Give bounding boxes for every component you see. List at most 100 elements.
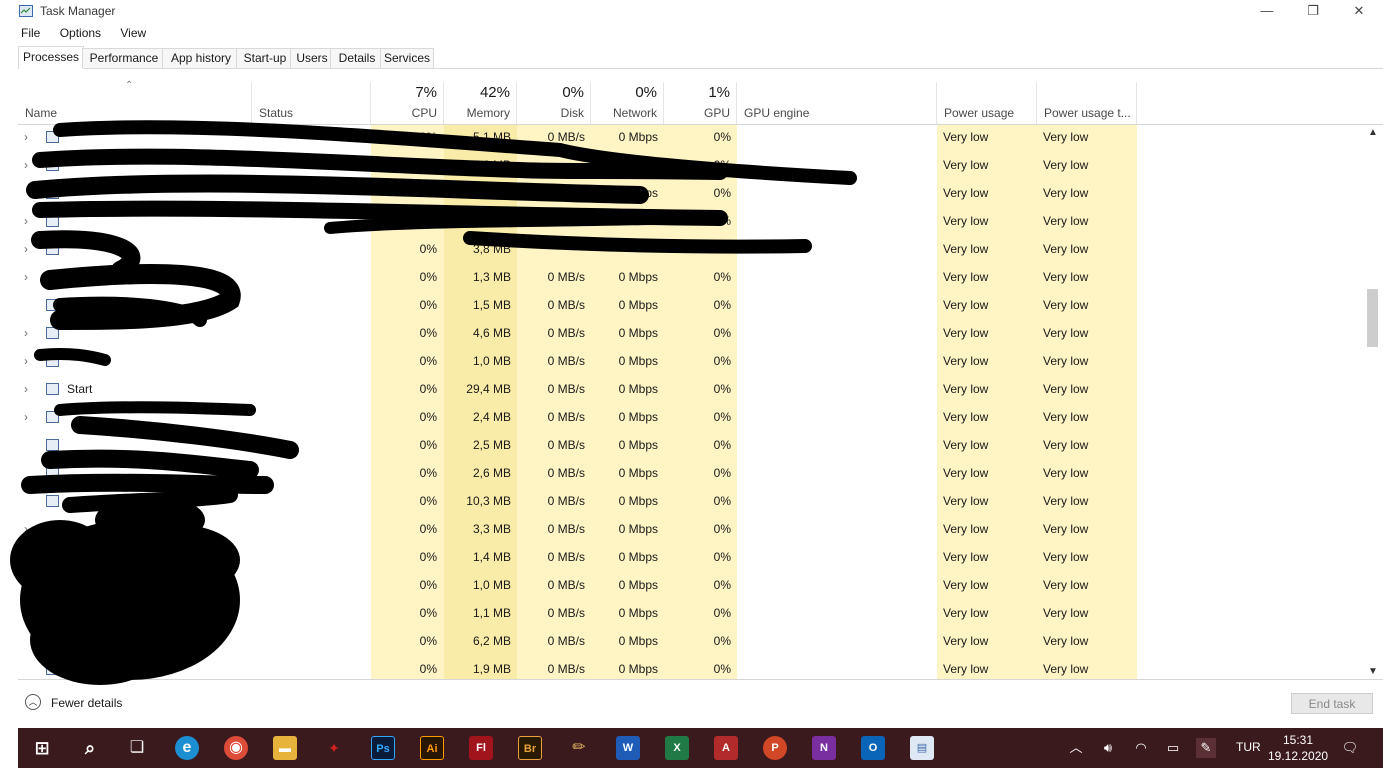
table-row[interactable]: › 0% 1,3 MB 0 MB/s 0 Mbps 0% Very low Very low — [18, 267, 1364, 295]
menu-view[interactable]: View — [117, 24, 149, 42]
expand-chevron-icon[interactable]: › — [24, 521, 34, 537]
table-row[interactable]: 0% 1,1 MB 0 MB/s 0 Mbps 0% Very low Very low — [18, 603, 1364, 631]
table-row[interactable]: › 0% 0% Very low Very low — [18, 211, 1364, 239]
gpu-cell: 0% — [713, 354, 731, 368]
fewer-details-link[interactable]: Fewer details — [51, 696, 122, 710]
power-cell: Very low — [943, 410, 989, 424]
network-cell: 0 Mbps — [618, 634, 658, 648]
column-header-power-trend[interactable]: Power usage t... — [1037, 82, 1137, 124]
scroll-down-icon[interactable]: ▼ — [1368, 666, 1378, 677]
chrome-icon[interactable]: ◉ — [224, 736, 248, 760]
chevron-up-icon[interactable]: ︿ — [25, 694, 41, 710]
menu-options[interactable]: Options — [57, 24, 104, 42]
table-row[interactable]: › 0% 5,6 MB 0% Very low Very low — [18, 155, 1364, 183]
photoshop-icon[interactable]: Ps — [371, 736, 395, 760]
tab-users[interactable]: Users — [290, 48, 334, 68]
table-row[interactable]: 0% 6,2 MB 0 MB/s 0 Mbps 0% Very low Very low — [18, 631, 1364, 659]
memory-cell: 5,1 MB — [472, 130, 511, 144]
volume-icon[interactable]: 🔊︎ — [1098, 738, 1118, 758]
notifications-icon[interactable]: 🗨︎ — [1340, 738, 1360, 758]
column-header-cpu[interactable]: 7% CPU — [371, 82, 444, 124]
excel-icon[interactable]: X — [665, 736, 689, 760]
disk-cell: 0 MB/s — [547, 550, 585, 564]
column-header-network[interactable]: 0% Network — [591, 82, 664, 124]
memory-cell: 1,0 MB — [472, 578, 511, 592]
table-row[interactable]: › 0% 4,6 MB 0 MB/s 0 Mbps 0% Very low Very low — [18, 323, 1364, 351]
table-row[interactable]: 0% 2,5 MB 0 MB/s 0 Mbps 0% Very low Very low — [18, 435, 1364, 463]
file-explorer-icon[interactable]: ▬ — [273, 736, 297, 760]
table-row[interactable]: › Start 0% 29,4 MB 0 MB/s 0 Mbps 0% Very low Ver… — [18, 379, 1364, 407]
end-task-button[interactable]: End task — [1291, 693, 1373, 714]
expand-chevron-icon[interactable]: › — [24, 269, 34, 285]
column-header-power[interactable]: Power usage — [937, 82, 1037, 124]
illustrator-icon[interactable]: Ai — [420, 736, 444, 760]
column-header-gpu-engine[interactable]: GPU engine — [737, 82, 937, 124]
minimize-button[interactable]: — — [1244, 0, 1290, 22]
table-row[interactable]: 0% 1,0 MB 0 MB/s 0 Mbps 0% Very low Very low — [18, 575, 1364, 603]
cpu-cell: 0% — [419, 298, 437, 312]
memory-cell: 1,5 MB — [472, 298, 511, 312]
flash-icon[interactable]: Fl — [469, 736, 493, 760]
table-row[interactable]: 0% 10,3 MB 0 MB/s 0 Mbps 0% Very low Very low — [18, 491, 1364, 519]
expand-chevron-icon[interactable]: › — [24, 129, 34, 145]
tab-performance[interactable]: Performance — [82, 48, 166, 68]
tab-app-history[interactable]: App history — [162, 48, 240, 68]
table-row[interactable]: 0% 1,9 MB 0 MB/s 0 Mbps 0% Very low Very low — [18, 659, 1364, 679]
table-row[interactable]: 0% 1,4 MB 0 MB/s 0 Mbps 0% Very low Very low — [18, 547, 1364, 575]
column-header-disk[interactable]: 0% Disk — [517, 82, 591, 124]
outlook-icon[interactable]: O — [861, 736, 885, 760]
search-icon[interactable]: ⌕ — [78, 736, 102, 760]
pen-icon[interactable]: ✎ — [1196, 738, 1216, 758]
process-list[interactable]: › 0% 5,1 MB 0 MB/s 0 Mbps 0% Very low Very low ›… — [18, 125, 1364, 679]
expand-chevron-icon[interactable]: › — [24, 409, 34, 425]
table-row[interactable]: › 0% 2,4 MB 0 MB/s 0 Mbps 0% Very low Very low — [18, 407, 1364, 435]
tab-services[interactable]: Services — [380, 48, 434, 68]
clock[interactable]: 15:31 19.12.2020 — [1268, 732, 1328, 764]
gpu-cell: 0% — [713, 662, 731, 676]
tab-processes[interactable]: Processes — [18, 46, 84, 69]
table-row[interactable]: › 0% 3,3 MB 0 MB/s 0 Mbps 0% Very low Very low — [18, 519, 1364, 547]
wifi-icon[interactable]: ◠ — [1131, 738, 1151, 758]
bridge-icon[interactable]: Br — [518, 736, 542, 760]
app-icon[interactable]: ✦ — [322, 736, 346, 760]
onenote-icon[interactable]: N — [812, 736, 836, 760]
memory-cell: 1,0 MB — [472, 354, 511, 368]
scroll-up-icon[interactable]: ▲ — [1368, 127, 1378, 138]
start-icon[interactable]: ⊞ — [30, 736, 54, 760]
task-manager-icon[interactable]: ▤ — [910, 736, 934, 760]
table-row[interactable]: › 0% 3,8 MB Very low Very low — [18, 239, 1364, 267]
powerpoint-icon[interactable]: P — [763, 736, 787, 760]
table-row[interactable]: › 0% 1,0 MB 0 MB/s 0 Mbps 0% Very low Very low — [18, 351, 1364, 379]
table-row[interactable]: 0% 0 Mbps 0% Very low Very low — [18, 183, 1364, 211]
scrollbar-thumb[interactable] — [1367, 289, 1378, 347]
pencil-app-icon[interactable]: ✏ — [567, 736, 591, 760]
column-header-status[interactable]: Status — [252, 82, 371, 124]
expand-chevron-icon[interactable]: › — [24, 353, 34, 369]
vertical-scrollbar[interactable]: ▲ ▼ — [1364, 125, 1383, 679]
expand-chevron-icon[interactable]: › — [24, 325, 34, 341]
expand-chevron-icon[interactable]: › — [24, 241, 34, 257]
table-row[interactable]: 0% 1,5 MB 0 MB/s 0 Mbps 0% Very low Very low — [18, 295, 1364, 323]
table-row[interactable]: 0% 2,6 MB 0 MB/s 0 Mbps 0% Very low Very low — [18, 463, 1364, 491]
column-header-name[interactable]: Name — [18, 82, 252, 124]
tab-start-up[interactable]: Start-up — [236, 48, 294, 68]
show-hidden-icons-icon[interactable]: ︿ — [1066, 738, 1086, 758]
disk-cell: 0 MB/s — [547, 354, 585, 368]
column-header-memory[interactable]: 42% Memory — [444, 82, 517, 124]
column-header-gpu[interactable]: 1% GPU — [664, 82, 737, 124]
maximize-button[interactable]: ❐ — [1290, 0, 1336, 22]
expand-chevron-icon[interactable]: › — [24, 381, 34, 397]
disk-cell: 0 MB/s — [547, 298, 585, 312]
menu-file[interactable]: File — [18, 24, 43, 42]
access-icon[interactable]: A — [714, 736, 738, 760]
task-view-icon[interactable]: ❏ — [125, 736, 149, 760]
table-row[interactable]: › 0% 5,1 MB 0 MB/s 0 Mbps 0% Very low Very low — [18, 127, 1364, 155]
input-language[interactable]: TUR — [1236, 740, 1261, 754]
expand-chevron-icon[interactable]: › — [24, 213, 34, 229]
expand-chevron-icon[interactable]: › — [24, 157, 34, 173]
word-icon[interactable]: W — [616, 736, 640, 760]
tablet-mode-icon[interactable]: ▭ — [1163, 738, 1183, 758]
edge-icon[interactable]: e — [175, 736, 199, 760]
tab-details[interactable]: Details — [330, 48, 384, 68]
close-button[interactable]: ✕ — [1336, 0, 1382, 22]
